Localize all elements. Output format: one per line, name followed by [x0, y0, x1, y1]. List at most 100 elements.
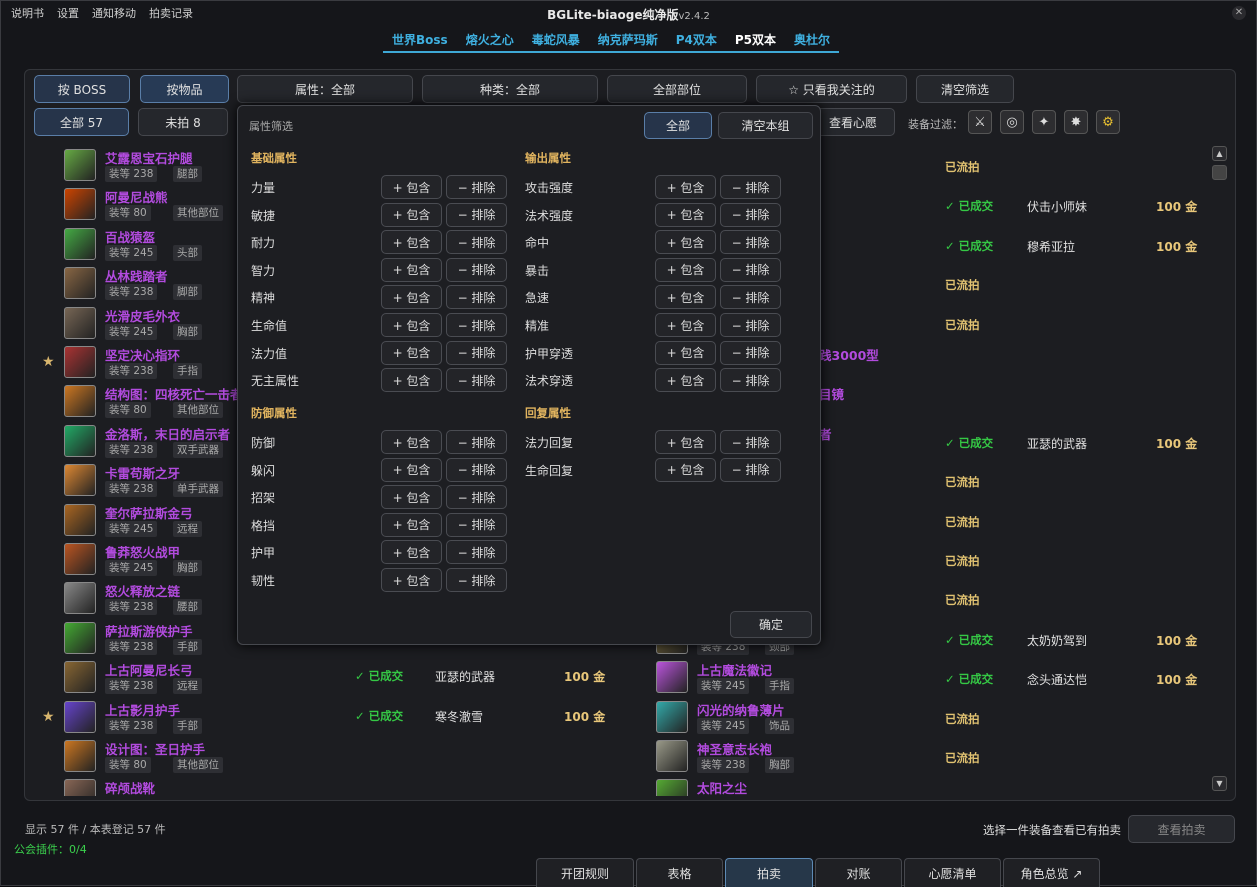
- include-button[interactable]: + 包含: [381, 485, 442, 510]
- item-name[interactable]: 艾露恩宝石护腿: [105, 148, 193, 167]
- scroll-up-icon[interactable]: ▲: [1212, 146, 1227, 161]
- include-button[interactable]: + 包含: [655, 175, 716, 199]
- item-name[interactable]: 百战猿盔: [105, 227, 155, 246]
- attr-filter-button[interactable]: 属性：全部: [237, 75, 413, 103]
- raid-tab[interactable]: P4双本: [667, 29, 726, 51]
- include-button[interactable]: + 包含: [381, 230, 442, 255]
- by-item-button[interactable]: 按物品: [140, 75, 229, 103]
- class-filter-icon-3[interactable]: ✦: [1032, 110, 1056, 134]
- bottom-tab[interactable]: 拍卖: [725, 858, 813, 887]
- watch-star-icon[interactable]: ★: [42, 709, 55, 725]
- close-icon[interactable]: ✕: [1232, 6, 1246, 20]
- item-row[interactable]: 上古阿曼尼长弓 装等 238 远程: [24, 658, 624, 697]
- item-name[interactable]: 阿曼尼战熊: [105, 187, 168, 206]
- exclude-button[interactable]: − 排除: [446, 457, 507, 482]
- bottom-tab[interactable]: 对账: [815, 858, 902, 887]
- include-button[interactable]: + 包含: [381, 175, 442, 199]
- item-name[interactable]: 上古阿曼尼长弓: [105, 660, 193, 679]
- include-button[interactable]: + 包含: [381, 512, 442, 537]
- include-button[interactable]: + 包含: [381, 257, 442, 282]
- exclude-button[interactable]: − 排除: [446, 313, 507, 337]
- include-button[interactable]: + 包含: [381, 368, 442, 393]
- exclude-button[interactable]: − 排除: [720, 430, 781, 454]
- watch-only-button[interactable]: ☆ 只看我关注的: [756, 75, 907, 103]
- scroll-down-icon[interactable]: ▼: [1212, 776, 1227, 791]
- class-filter-icon-1[interactable]: ⚔: [968, 110, 992, 134]
- bottom-tab[interactable]: 心愿清单: [904, 858, 1001, 887]
- watch-star-icon[interactable]: ★: [42, 354, 55, 370]
- exclude-button[interactable]: − 排除: [446, 568, 507, 592]
- unbid-button[interactable]: 未拍 8: [138, 108, 228, 136]
- exclude-button[interactable]: − 排除: [446, 430, 507, 454]
- popup-clear-group-button[interactable]: 清空本组: [718, 112, 813, 139]
- include-button[interactable]: + 包含: [655, 340, 716, 365]
- raid-tab[interactable]: 奥杜尔: [785, 29, 839, 51]
- include-button[interactable]: + 包含: [381, 285, 442, 310]
- exclude-button[interactable]: − 排除: [446, 202, 507, 227]
- item-name[interactable]: 上古影月护手: [105, 700, 180, 719]
- bottom-tab[interactable]: 开团规则: [536, 858, 634, 887]
- exclude-button[interactable]: − 排除: [720, 340, 781, 365]
- kind-filter-button[interactable]: 种类：全部: [422, 75, 598, 103]
- item-name[interactable]: 丛林践踏者: [105, 266, 168, 285]
- include-button[interactable]: + 包含: [381, 568, 442, 592]
- scrollbar-thumb[interactable]: [1212, 165, 1227, 180]
- include-button[interactable]: + 包含: [381, 202, 442, 227]
- item-name[interactable]: 光滑皮毛外衣: [105, 306, 180, 325]
- include-button[interactable]: + 包含: [655, 430, 716, 454]
- exclude-button[interactable]: − 排除: [446, 485, 507, 510]
- all-items-button[interactable]: 全部 57: [34, 108, 129, 136]
- item-name[interactable]: 坚定决心指环: [105, 345, 180, 364]
- include-button[interactable]: + 包含: [381, 457, 442, 482]
- exclude-button[interactable]: − 排除: [446, 368, 507, 393]
- raid-tab[interactable]: 纳克萨玛斯: [589, 29, 667, 51]
- exclude-button[interactable]: − 排除: [446, 540, 507, 565]
- item-name[interactable]: 太阳之尘: [697, 778, 747, 796]
- exclude-button[interactable]: − 排除: [446, 257, 507, 282]
- include-button[interactable]: + 包含: [655, 285, 716, 310]
- item-name[interactable]: 金洛斯，末日的启示者: [105, 424, 230, 443]
- wishlist-button[interactable]: 查看心愿: [811, 108, 895, 136]
- item-name[interactable]: 上古魔法徽记: [697, 660, 772, 679]
- settings-gear-icon[interactable]: ⚙: [1096, 110, 1120, 134]
- item-name[interactable]: 奎尔萨拉斯金弓: [105, 503, 193, 522]
- item-name[interactable]: 神圣意志长袍: [697, 739, 772, 758]
- raid-tab[interactable]: P5双本: [726, 29, 785, 51]
- exclude-button[interactable]: − 排除: [720, 313, 781, 337]
- exclude-button[interactable]: − 排除: [446, 340, 507, 365]
- item-row[interactable]: 设计图：圣日护手 装等 80 其他部位: [24, 737, 624, 776]
- exclude-button[interactable]: − 排除: [720, 368, 781, 393]
- item-name[interactable]: 萨拉斯游侠护手: [105, 621, 193, 640]
- item-name[interactable]: 鲁莽怒火战甲: [105, 542, 180, 561]
- exclude-button[interactable]: − 排除: [446, 175, 507, 199]
- include-button[interactable]: + 包含: [381, 340, 442, 365]
- exclude-button[interactable]: − 排除: [720, 230, 781, 255]
- exclude-button[interactable]: − 排除: [446, 512, 507, 537]
- class-filter-icon-4[interactable]: ✸: [1064, 110, 1088, 134]
- include-button[interactable]: + 包含: [381, 430, 442, 454]
- include-button[interactable]: + 包含: [655, 457, 716, 482]
- item-name[interactable]: 卡雷苟斯之牙: [105, 463, 180, 482]
- include-button[interactable]: + 包含: [381, 313, 442, 337]
- include-button[interactable]: + 包含: [381, 540, 442, 565]
- exclude-button[interactable]: − 排除: [720, 202, 781, 227]
- view-auction-button[interactable]: 查看拍卖: [1128, 815, 1235, 843]
- bottom-tab[interactable]: 角色总览 ↗: [1003, 858, 1100, 887]
- exclude-button[interactable]: − 排除: [720, 175, 781, 199]
- include-button[interactable]: + 包含: [655, 202, 716, 227]
- item-name[interactable]: 结构图：四核死亡一击者: [105, 384, 243, 403]
- include-button[interactable]: + 包含: [655, 230, 716, 255]
- by-boss-button[interactable]: 按 BOSS: [34, 75, 130, 103]
- popup-all-button[interactable]: 全部: [644, 112, 712, 139]
- exclude-button[interactable]: − 排除: [720, 457, 781, 482]
- clear-filter-button[interactable]: 清空筛选: [916, 75, 1014, 103]
- item-name[interactable]: 设计图：圣日护手: [105, 739, 205, 758]
- bottom-tab[interactable]: 表格: [636, 858, 723, 887]
- item-name-partial[interactable]: 践3000型: [819, 345, 879, 364]
- exclude-button[interactable]: − 排除: [446, 230, 507, 255]
- item-name[interactable]: 闪光的纳鲁薄片: [697, 700, 785, 719]
- exclude-button[interactable]: − 排除: [720, 257, 781, 282]
- raid-tab[interactable]: 世界Boss: [383, 29, 457, 51]
- raid-tab[interactable]: 毒蛇风暴: [523, 29, 589, 51]
- item-row[interactable]: ★ 上古影月护手 装等 238 手部: [24, 698, 624, 737]
